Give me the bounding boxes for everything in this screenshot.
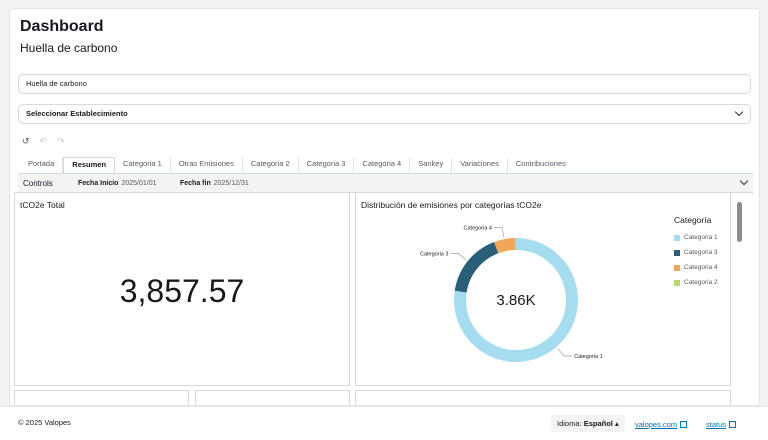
legend-swatch bbox=[674, 234, 680, 241]
valopes-link-label: valopes.com bbox=[635, 420, 678, 429]
chevron-down-icon bbox=[734, 107, 744, 117]
legend-item[interactable]: Categoria 3 bbox=[674, 249, 718, 256]
tab-variaciones[interactable]: Variaciones bbox=[452, 157, 508, 173]
legend-swatch bbox=[674, 264, 680, 271]
status-link[interactable]: status bbox=[706, 420, 737, 429]
footer: © 2025 Valopes Idioma: Español ▴ valopes… bbox=[0, 406, 768, 440]
legend-label: Categoria 3 bbox=[684, 249, 718, 256]
start-date-value: 2025/01/01 bbox=[121, 180, 157, 187]
legend-item[interactable]: Categoria 4 bbox=[674, 264, 718, 271]
reset-icon[interactable]: ↺ bbox=[22, 135, 30, 147]
leader-line bbox=[450, 253, 467, 261]
tab-portada[interactable]: Portada bbox=[20, 157, 64, 173]
end-date-value: 2025/12/31 bbox=[213, 180, 249, 187]
tab-categoria-1[interactable]: Categoria 1 bbox=[115, 157, 171, 173]
legend-swatch bbox=[674, 279, 680, 286]
page-subtitle: Huella de carbono bbox=[20, 41, 118, 55]
sheet-tabs: Portada Resumen Categoria 1 Otras Emisio… bbox=[20, 157, 574, 173]
chart-legend: Categoría Categoria 1 Categoria 3 Categori… bbox=[674, 215, 718, 294]
slice-label: Categoria 4 bbox=[464, 225, 492, 231]
bottom-panel-1 bbox=[14, 390, 189, 405]
undo-toolbar: ↺ ↶ ↷ bbox=[22, 135, 65, 147]
controls-bar[interactable]: Controls Fecha Inicio 2025/01/01 Fecha fi… bbox=[18, 173, 753, 193]
bottom-panel-3 bbox=[355, 390, 731, 405]
legend-label: Categoria 1 bbox=[684, 234, 718, 241]
status-link-label: status bbox=[706, 420, 727, 429]
tab-sankey[interactable]: Sankey bbox=[410, 157, 453, 173]
legend-label: Categoria 4 bbox=[684, 264, 718, 271]
end-date-label: Fecha fin bbox=[180, 180, 211, 187]
kpi-value: 3,857.57 bbox=[119, 273, 245, 309]
external-link-icon bbox=[729, 421, 737, 428]
language-selector[interactable]: Idioma: Español ▴ bbox=[551, 415, 625, 432]
slice-label: Categoria 1 bbox=[574, 354, 602, 360]
legend-label: Categoria 2 bbox=[684, 279, 718, 286]
legend-item[interactable]: Categoria 2 bbox=[674, 279, 718, 286]
controls-label: Controls bbox=[23, 179, 53, 188]
chart-center-label: 3.86K bbox=[496, 292, 535, 309]
redo-icon[interactable]: ↷ bbox=[57, 135, 65, 147]
tab-categoria-3[interactable]: Categoria 3 bbox=[299, 157, 355, 173]
valopes-link[interactable]: valopes.com bbox=[635, 420, 688, 429]
legend-swatch bbox=[674, 249, 680, 256]
kpi-panel: tCO2e Total 3,857.57 bbox=[14, 192, 350, 386]
page-title: Dashboard bbox=[20, 18, 104, 35]
end-date-control[interactable]: Fecha fin 2025/12/31 bbox=[180, 180, 249, 187]
tab-categoria-2[interactable]: Categoria 2 bbox=[243, 157, 299, 173]
start-date-control[interactable]: Fecha Inicio 2025/01/01 bbox=[78, 180, 157, 187]
tab-categoria-4[interactable]: Categoria 4 bbox=[354, 157, 411, 173]
tab-contribuciones[interactable]: Contribuciones bbox=[508, 157, 574, 173]
legend-title: Categoría bbox=[674, 215, 712, 225]
language-label: Idioma: bbox=[557, 419, 582, 428]
tab-otras-emisiones[interactable]: Otras Emisiones bbox=[171, 157, 243, 173]
dashboard-name-field[interactable]: Huella de carbono bbox=[18, 74, 751, 94]
language-value: Español bbox=[583, 419, 613, 428]
establishment-select-label: Seleccionar Establecimiento bbox=[26, 109, 128, 118]
copyright: © 2025 Valopes bbox=[18, 418, 71, 427]
establishment-select[interactable]: Seleccionar Establecimiento bbox=[18, 104, 751, 124]
donut-chart-panel: Distribución de emisiones por categorías… bbox=[355, 192, 731, 386]
bottom-panel-2 bbox=[195, 390, 350, 405]
undo-icon[interactable]: ↶ bbox=[40, 135, 48, 147]
scrollbar-thumb[interactable] bbox=[737, 202, 742, 242]
start-date-label: Fecha Inicio bbox=[78, 180, 119, 187]
slice-label: Categoria 3 bbox=[420, 251, 448, 257]
external-link-icon bbox=[680, 421, 688, 428]
leader-line bbox=[557, 348, 573, 357]
caret-down-icon: ▴ bbox=[614, 419, 619, 428]
tab-resumen[interactable]: Resumen bbox=[63, 157, 116, 173]
kpi-title: tCO2e Total bbox=[20, 200, 65, 210]
slice-categoria-3[interactable] bbox=[454, 242, 499, 293]
legend-item[interactable]: Categoria 1 bbox=[674, 234, 718, 241]
chevron-down-icon[interactable] bbox=[739, 176, 749, 186]
dashboard-card: Dashboard Huella de carbono Huella de ca… bbox=[9, 8, 760, 406]
scrollbar-track[interactable] bbox=[737, 196, 743, 396]
leader-line bbox=[493, 227, 505, 238]
